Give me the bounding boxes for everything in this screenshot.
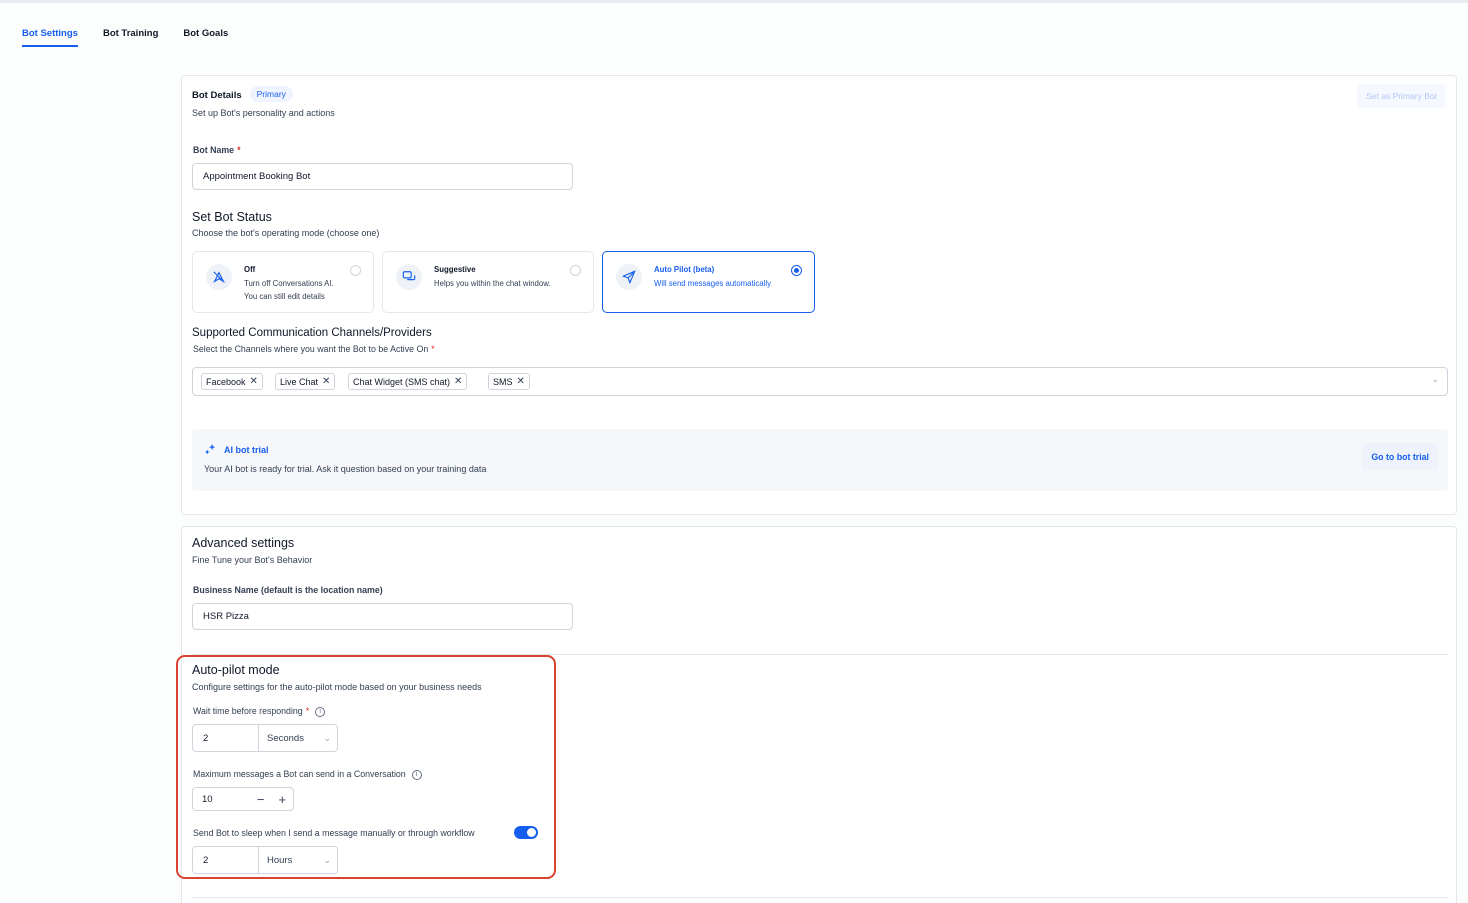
send-plane-icon: [616, 264, 642, 290]
primary-badge: Primary: [249, 85, 293, 102]
status-autopilot-desc: Will send messages automatically: [654, 279, 771, 288]
status-suggestive-desc: Helps you within the chat window.: [434, 279, 551, 288]
advanced-settings-title: Advanced settings: [192, 536, 295, 550]
chat-bubbles-icon: [396, 264, 422, 290]
go-to-bot-trial-button[interactable]: Go to bot trial: [1362, 443, 1438, 470]
status-suggestive-radio[interactable]: [570, 265, 581, 276]
status-option-autopilot[interactable]: Auto Pilot (beta) Will send messages aut…: [602, 251, 815, 313]
business-name-label: Business Name (default is the location n…: [193, 585, 383, 595]
ai-bot-trial-banner: AI bot trial Your AI bot is ready for tr…: [192, 429, 1448, 491]
channel-chip-chat-widget: Chat Widget (SMS chat) ✕: [348, 373, 468, 390]
status-off-desc: Turn off Conversations AI. You can still …: [244, 279, 334, 301]
sparkles-icon: [204, 443, 217, 461]
bot-off-icon: [206, 264, 232, 290]
status-off-radio[interactable]: [350, 265, 361, 276]
bot-details-subtitle: Set up Bot's personality and actions: [192, 108, 335, 118]
autopilot-highlight-box: [176, 655, 556, 879]
bot-details-title: Bot Details: [192, 90, 242, 101]
bot-status-title: Set Bot Status: [192, 210, 272, 224]
set-primary-button[interactable]: Set as Primary Bot: [1357, 84, 1446, 108]
status-autopilot-title: Auto Pilot (beta): [654, 265, 715, 274]
tab-bar: Bot Settings Bot Training Bot Goals: [22, 28, 253, 47]
bot-name-label: Bot Name *: [193, 145, 241, 155]
channel-chip-live-chat: Live Chat ✕: [275, 373, 336, 390]
status-suggestive-title: Suggestive: [434, 265, 476, 274]
channel-chip-sms: SMS ✕: [488, 373, 530, 390]
close-icon[interactable]: ✕: [250, 376, 258, 387]
ai-bot-trial-description: Your AI bot is ready for trial. Ask it q…: [204, 464, 487, 474]
close-icon[interactable]: ✕: [517, 376, 525, 387]
top-border: [0, 0, 1468, 3]
section-divider: [192, 897, 1448, 898]
bot-details-header: Bot Details Primary: [192, 85, 293, 103]
tab-bot-goals[interactable]: Bot Goals: [183, 28, 228, 47]
bot-name-input[interactable]: Appointment Booking Bot: [192, 163, 573, 190]
tab-bot-settings[interactable]: Bot Settings: [22, 28, 78, 47]
ai-bot-trial-title: AI bot trial: [224, 445, 269, 455]
business-name-input[interactable]: HSR Pizza: [192, 603, 573, 630]
advanced-settings-subtitle: Fine Tune your Bot's Behavior: [192, 555, 313, 565]
status-autopilot-radio[interactable]: [791, 265, 802, 276]
tab-bot-training[interactable]: Bot Training: [103, 28, 158, 47]
status-option-off[interactable]: Off Turn off Conversations AI. You can st…: [192, 251, 374, 313]
chevron-down-icon[interactable]: ⌄: [1431, 374, 1439, 385]
bot-status-subtitle: Choose the bot's operating mode (choose …: [192, 228, 380, 238]
close-icon[interactable]: ✕: [322, 376, 330, 387]
channels-title: Supported Communication Channels/Provide…: [192, 327, 432, 339]
channel-chip-facebook: Facebook ✕: [201, 373, 263, 390]
channels-select[interactable]: Facebook ✕ Live Chat ✕ Chat Widget (SMS ch…: [192, 367, 1448, 396]
close-icon[interactable]: ✕: [454, 376, 462, 387]
bot-details-card: Bot Details Primary Set up Bot's personal…: [181, 75, 1457, 515]
status-option-suggestive[interactable]: Suggestive Helps you within the chat win…: [382, 251, 594, 313]
channels-label: Select the Channels where you want the B…: [193, 344, 435, 354]
status-off-title: Off: [244, 265, 256, 274]
